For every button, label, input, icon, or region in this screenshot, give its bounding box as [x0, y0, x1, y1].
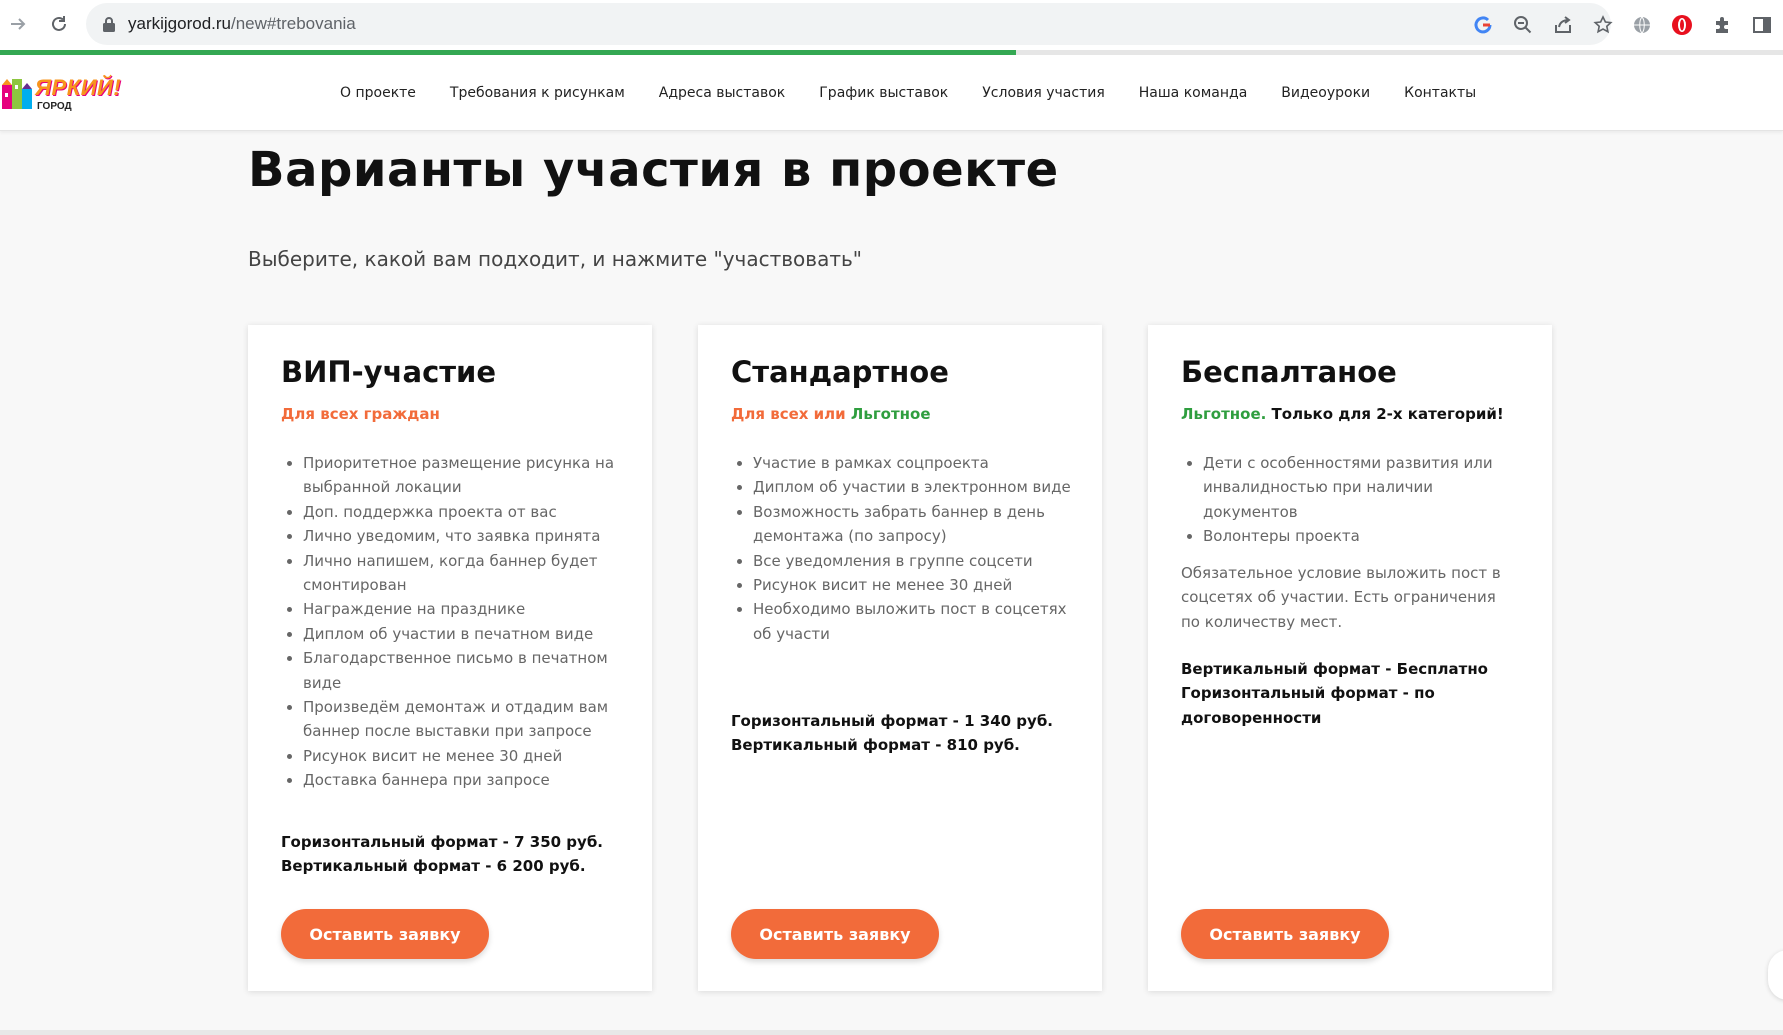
nav-item-video-lessons[interactable]: Видеоуроки: [1281, 85, 1370, 101]
nav-item-addresses[interactable]: Адреса выставок: [659, 85, 786, 101]
nav-item-schedule[interactable]: График выставок: [819, 85, 948, 101]
submit-application-button[interactable]: Оставить заявку: [281, 909, 489, 959]
extensions-puzzle-icon[interactable]: [1709, 12, 1735, 38]
logo-subtext: ГОРОД: [37, 101, 72, 112]
card-title: Стандартное: [731, 355, 949, 389]
submit-application-button[interactable]: Оставить заявку: [1181, 909, 1389, 959]
list-item: Рисунок висит не менее 30 дней: [303, 744, 623, 768]
card-vip: ВИП-участие Для всех граждан Приоритетно…: [248, 325, 652, 991]
list-item: Диплом об участии в печатном виде: [303, 622, 623, 646]
url-path: /new#trebovania: [231, 14, 356, 33]
price-line: Вертикальный формат - 6 200 руб.: [281, 857, 586, 876]
globe-extension-icon[interactable]: [1629, 12, 1655, 38]
list-item: Возможность забрать баннер в день демонт…: [753, 500, 1073, 549]
price-line: Горизонтальный формат - по договоренност…: [1181, 684, 1435, 727]
nav-item-team[interactable]: Наша команда: [1139, 85, 1248, 101]
card-tag-part: Льготное.: [1181, 405, 1272, 423]
benefits-list: Участие в рамках соцпроекта Диплом об уч…: [731, 451, 1073, 646]
google-translate-icon[interactable]: [1471, 13, 1495, 37]
list-item: Необходимо выложить пост в соцсетях об у…: [753, 597, 1073, 646]
card-tag-part: Для всех или: [731, 405, 851, 423]
bottom-divider: [0, 1030, 1783, 1035]
card-title: ВИП-участие: [281, 355, 497, 389]
list-item: Благодарственное письмо в печатном виде: [303, 646, 623, 695]
card-note: Обязательное условие выложить пост в соц…: [1181, 564, 1501, 631]
card-tag: Для всех граждан: [281, 405, 440, 423]
page-subtitle: Выберите, какой вам подходит, и нажмите …: [248, 247, 862, 271]
list-item: Диплом об участии в электронном виде: [753, 475, 1073, 499]
list-item: Награждение на празднике: [303, 597, 623, 621]
benefits-list: Приоритетное размещение рисунка на выбра…: [281, 451, 623, 793]
price-block: Горизонтальный формат - 7 350 руб. Верти…: [281, 830, 621, 879]
benefits-list: Дети с особенностями развития или инвали…: [1181, 451, 1523, 549]
url-host: yarkijgorod.ru: [128, 14, 231, 33]
zoom-icon[interactable]: [1511, 13, 1535, 37]
price-line: Горизонтальный формат - 7 350 руб.: [281, 833, 603, 851]
card-tag-part: Для всех граждан: [281, 405, 440, 423]
opera-extension-icon[interactable]: [1669, 12, 1695, 38]
lock-icon[interactable]: [102, 16, 118, 32]
nav-item-about[interactable]: О проекте: [340, 85, 416, 101]
page-title: Варианты участия в проекте: [248, 142, 1059, 198]
price-block: Вертикальный формат - Бесплатно Горизонт…: [1181, 657, 1521, 730]
share-icon[interactable]: [1551, 13, 1575, 37]
card-free: Беспалтаное Льготное. Только для 2-х кат…: [1148, 325, 1552, 991]
list-item: Доставка баннера при запросе: [303, 768, 623, 792]
side-panel-icon[interactable]: [1749, 12, 1775, 38]
address-bar[interactable]: yarkijgorod.ru/new#trebovania: [86, 3, 1613, 45]
price-block: Горизонтальный формат - 1 340 руб. Верти…: [731, 709, 1071, 758]
bookmark-star-icon[interactable]: [1591, 13, 1615, 37]
nav-item-contacts[interactable]: Контакты: [1404, 85, 1476, 101]
floating-widget-button[interactable]: [1768, 950, 1783, 1000]
list-item: Лично уведомим, что заявка принята: [303, 524, 623, 548]
list-item: Дети с особенностями развития или инвали…: [1203, 451, 1523, 524]
list-item: Лично напишем, когда баннер будет смонти…: [303, 549, 623, 598]
main-nav: О проекте Требования к рисункам Адреса в…: [340, 55, 1510, 130]
list-item: Все уведомления в группе соцсети: [753, 549, 1073, 573]
forward-arrow-icon[interactable]: [3, 9, 33, 39]
list-item: Приоритетное размещение рисунка на выбра…: [303, 451, 623, 500]
card-tag: Для всех или Льготное: [731, 405, 931, 423]
nav-item-conditions[interactable]: Условия участия: [982, 85, 1104, 101]
list-item: Произведём демонтаж и отдадим вам баннер…: [303, 695, 623, 744]
nav-item-requirements[interactable]: Требования к рисункам: [450, 85, 625, 101]
price-line: Вертикальный формат - 810 руб.: [731, 736, 1020, 755]
card-tag-part: Льготное: [850, 405, 931, 423]
list-item: Участие в рамках соцпроекта: [753, 451, 1073, 475]
submit-application-button[interactable]: Оставить заявку: [731, 909, 939, 959]
site-header: ЯРКИЙ! ГОРОД О проекте Требования к рису…: [0, 55, 1783, 131]
price-line: Вертикальный формат - Бесплатно: [1181, 660, 1488, 678]
card-title: Беспалтаное: [1181, 355, 1397, 389]
card-tag-part: Только для 2-х категорий!: [1271, 405, 1504, 423]
reload-icon[interactable]: [44, 9, 74, 39]
logo-houses-icon: [2, 79, 32, 109]
card-tag: Льготное. Только для 2-х категорий!: [1181, 405, 1504, 423]
browser-toolbar: yarkijgorod.ru/new#trebovania: [0, 0, 1783, 50]
list-item: Рисунок висит не менее 30 дней: [753, 573, 1073, 597]
price-line: Горизонтальный формат - 1 340 руб.: [731, 712, 1053, 730]
site-logo[interactable]: ЯРКИЙ! ГОРОД: [0, 67, 122, 117]
logo-text: ЯРКИЙ!: [35, 75, 122, 100]
url-text[interactable]: yarkijgorod.ru/new#trebovania: [128, 14, 356, 34]
card-standard: Стандартное Для всех или Льготное Участи…: [698, 325, 1102, 991]
list-item: Доп. поддержка проекта от вас: [303, 500, 623, 524]
list-item: Волонтеры проекта: [1203, 524, 1523, 548]
